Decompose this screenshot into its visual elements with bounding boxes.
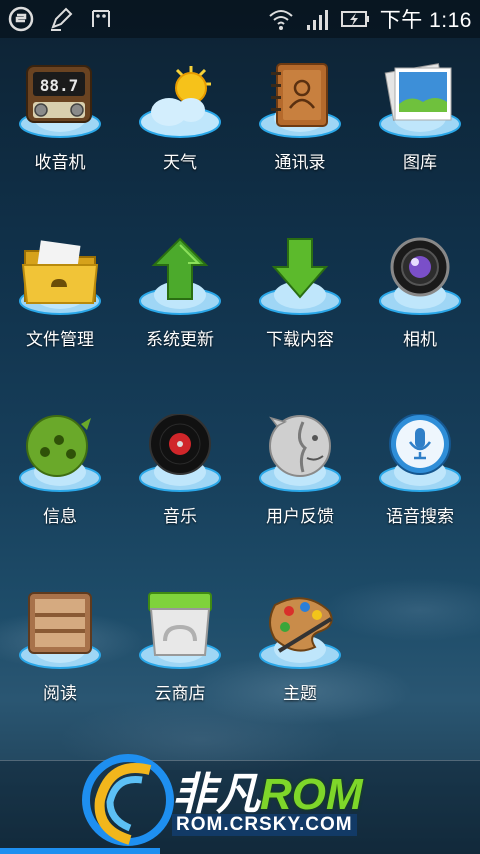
usb-debug-icon xyxy=(92,10,110,27)
system-update-icon xyxy=(151,237,209,300)
watermark-brand-cn: 非凡 xyxy=(172,770,260,819)
app-camera[interactable]: 相机 xyxy=(360,237,480,414)
feedback-icon xyxy=(269,415,331,477)
app-label: 音乐 xyxy=(163,507,197,527)
app-label: 阅读 xyxy=(43,684,77,704)
app-logo-icon xyxy=(8,6,34,32)
app-theme[interactable]: 主题 xyxy=(240,591,360,768)
download-icon xyxy=(271,238,329,299)
app-label: 图库 xyxy=(403,153,437,173)
app-cloud-store[interactable]: 云商店 xyxy=(120,591,240,768)
app-label: 主题 xyxy=(283,684,317,704)
music-icon xyxy=(149,414,211,475)
theme-icon xyxy=(269,597,333,653)
voice-search-icon xyxy=(389,414,451,475)
app-label: 信息 xyxy=(43,507,77,527)
app-label: 通讯录 xyxy=(274,153,326,173)
app-file-manager[interactable]: 文件管理 xyxy=(0,237,120,414)
battery-charging-icon xyxy=(340,11,369,27)
app-label: 天气 xyxy=(163,153,197,173)
app-label: 用户反馈 xyxy=(266,507,334,527)
pen-icon xyxy=(51,7,73,31)
radio-display: 88.7 xyxy=(40,76,79,95)
gallery-icon xyxy=(384,63,452,121)
watermark-brand: 非凡ROM xyxy=(172,758,363,822)
watermark-logo-icon xyxy=(82,754,174,846)
radio-icon: 88.7 xyxy=(26,65,92,123)
weather-icon xyxy=(139,66,221,138)
reader-icon xyxy=(28,592,92,654)
app-label: 收音机 xyxy=(34,153,86,173)
app-voice-search[interactable]: 语音搜索 xyxy=(360,414,480,591)
wifi-icon xyxy=(269,10,293,30)
folder-icon xyxy=(21,240,99,304)
app-grid: 88.7 收音机 天气 通讯录 图库 文件管理 系统更新 下载内容 相机 信息 … xyxy=(0,60,480,768)
contacts-icon xyxy=(271,63,328,127)
app-label: 语音搜索 xyxy=(386,507,454,527)
signal-icon xyxy=(306,10,328,30)
app-messaging[interactable]: 信息 xyxy=(0,414,120,591)
cloud-store-icon xyxy=(148,592,212,656)
app-radio[interactable]: 88.7 收音机 xyxy=(0,60,120,237)
app-label: 云商店 xyxy=(154,684,206,704)
app-label: 文件管理 xyxy=(26,330,94,350)
watermark-brand-en: ROM xyxy=(260,770,363,819)
app-gallery[interactable]: 图库 xyxy=(360,60,480,237)
app-downloads[interactable]: 下载内容 xyxy=(240,237,360,414)
status-time: 下午 1:16 xyxy=(379,9,472,32)
messaging-icon xyxy=(26,415,91,477)
app-label: 相机 xyxy=(403,330,437,350)
status-bar: 下午 1:16 xyxy=(0,0,480,38)
camera-icon xyxy=(390,237,450,297)
watermark-url: ROM.CRSKY.COM xyxy=(172,814,357,836)
app-reader[interactable]: 阅读 xyxy=(0,591,120,768)
app-music[interactable]: 音乐 xyxy=(120,414,240,591)
app-system-update[interactable]: 系统更新 xyxy=(120,237,240,414)
watermark: 非凡ROM ROM.CRSKY.COM xyxy=(80,750,420,850)
app-contacts[interactable]: 通讯录 xyxy=(240,60,360,237)
app-feedback[interactable]: 用户反馈 xyxy=(240,414,360,591)
app-label: 下载内容 xyxy=(266,330,334,350)
app-weather[interactable]: 天气 xyxy=(120,60,240,237)
app-label: 系统更新 xyxy=(146,330,214,350)
